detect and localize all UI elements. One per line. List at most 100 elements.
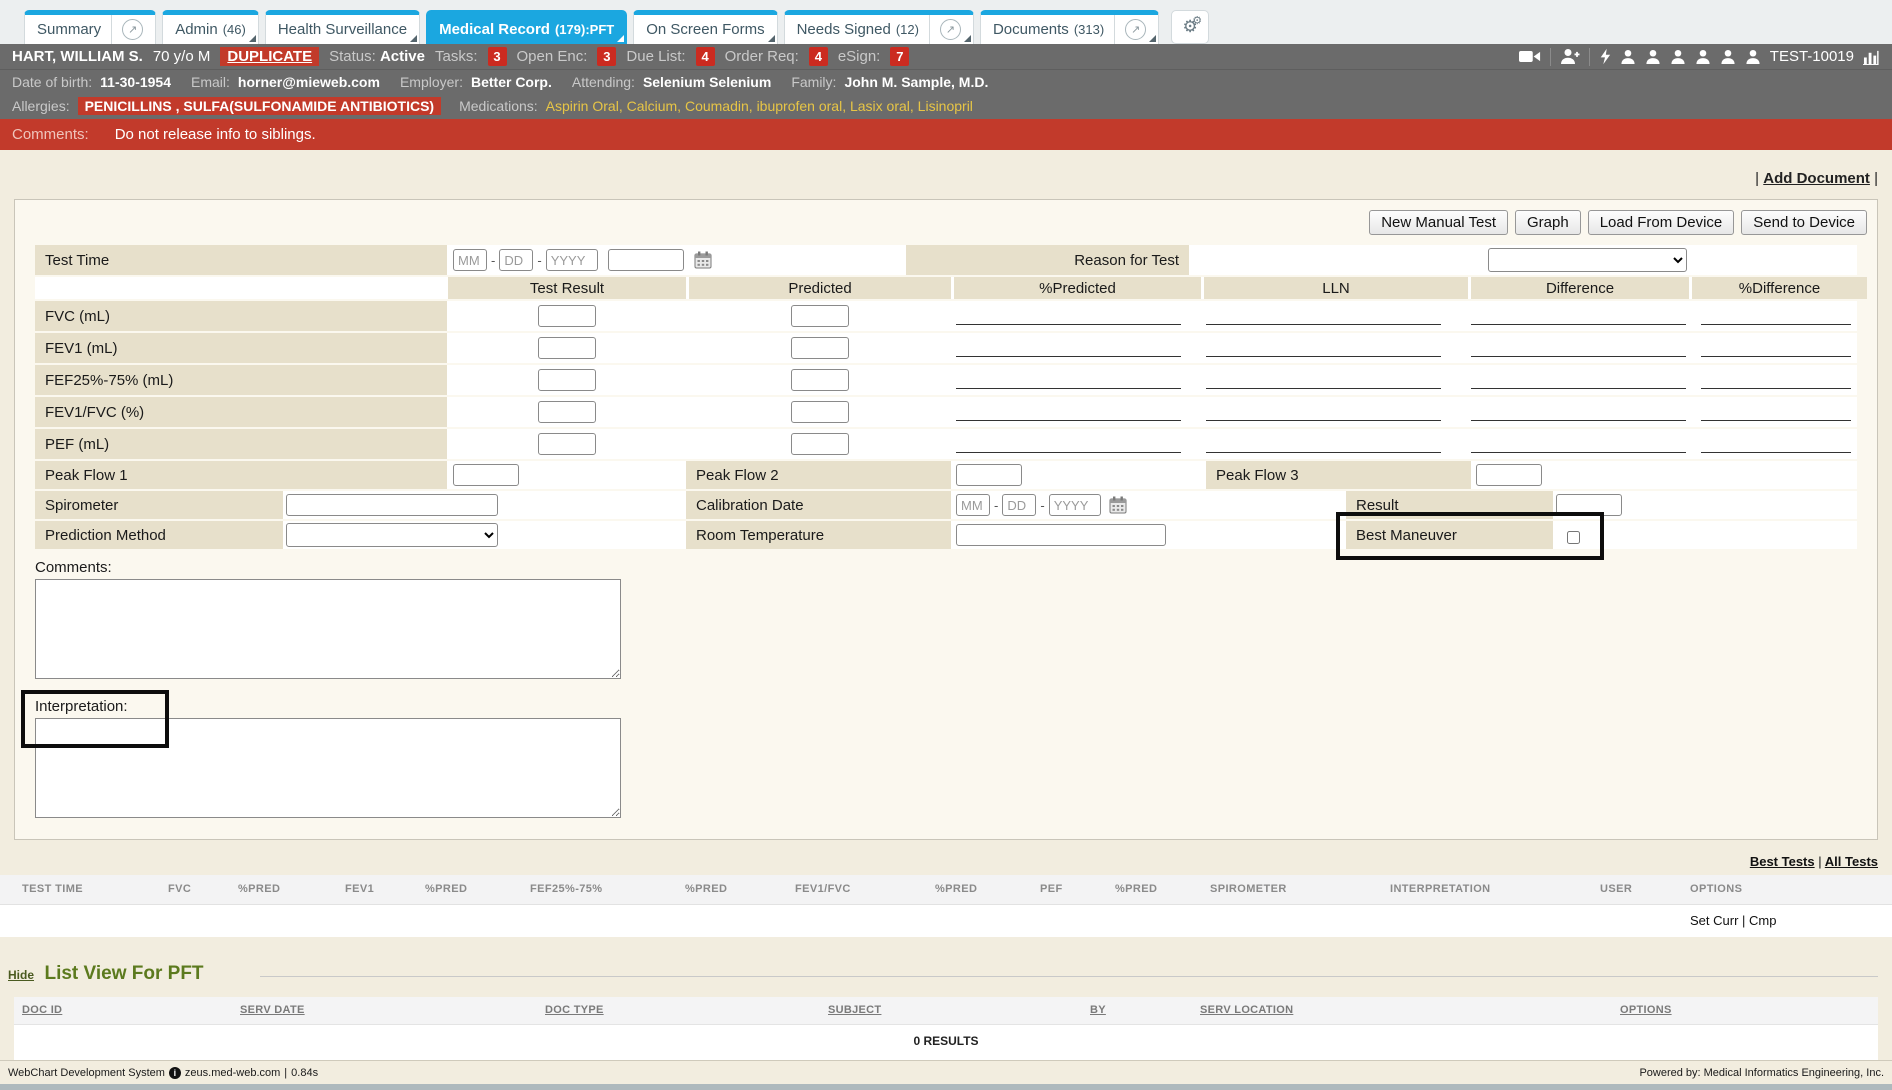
bar-chart-icon[interactable] bbox=[1863, 49, 1880, 65]
add-user-icon[interactable] bbox=[1560, 48, 1580, 65]
patient-icon[interactable] bbox=[1745, 49, 1761, 65]
dob-label: Date of birth: bbox=[12, 74, 92, 90]
doc-col-header[interactable]: OPTIONS bbox=[1620, 1004, 1672, 1016]
doc-col-header[interactable]: BY bbox=[1090, 1004, 1106, 1016]
tab-documents[interactable]: Documents (313) ↗ bbox=[980, 10, 1159, 44]
best-maneuver-checkbox[interactable] bbox=[1567, 531, 1580, 544]
test-filter-links: Best Tests | All Tests bbox=[0, 840, 1892, 875]
fef-difference-value bbox=[1471, 365, 1686, 389]
peak-flow-row: Peak Flow 1 Peak Flow 2 Peak Flow 3 bbox=[35, 461, 1857, 489]
video-camera-icon[interactable] bbox=[1519, 49, 1541, 64]
allergies-label: Allergies: bbox=[12, 98, 70, 114]
doc-col-header[interactable]: SERV DATE bbox=[240, 1004, 305, 1016]
new-manual-test-button[interactable]: New Manual Test bbox=[1369, 210, 1508, 235]
results-col-header: %PRED bbox=[1115, 883, 1157, 895]
prediction-method-select[interactable] bbox=[286, 523, 498, 547]
calendar-icon[interactable] bbox=[1109, 496, 1127, 514]
row-label: FEV1/FVC (%) bbox=[35, 397, 447, 427]
email-value[interactable]: horner@mieweb.com bbox=[238, 74, 380, 90]
popout-icon[interactable]: ↗ bbox=[940, 19, 961, 40]
open-enc-badge[interactable]: 3 bbox=[597, 47, 616, 66]
fev1-fvc-test-result-input[interactable] bbox=[538, 401, 596, 423]
patient-icon[interactable] bbox=[1620, 49, 1636, 65]
tab-needs-signed[interactable]: Needs Signed (12) ↗ bbox=[784, 10, 974, 44]
graph-button[interactable]: Graph bbox=[1515, 210, 1581, 235]
fev1-predicted-input[interactable] bbox=[791, 337, 849, 359]
patient-icon[interactable] bbox=[1695, 49, 1711, 65]
tab-admin[interactable]: Admin (46) bbox=[162, 10, 259, 44]
medication-link[interactable]: Lisinopril bbox=[918, 98, 973, 114]
test-time-day-input[interactable] bbox=[499, 249, 533, 271]
medication-link[interactable]: Calcium bbox=[627, 98, 678, 114]
cmp-link[interactable]: Cmp bbox=[1749, 913, 1776, 928]
doc-col-header[interactable]: DOC TYPE bbox=[545, 1004, 604, 1016]
fef-predicted-input[interactable] bbox=[791, 369, 849, 391]
calibration-year-input[interactable] bbox=[1049, 494, 1101, 516]
patient-icon[interactable] bbox=[1670, 49, 1686, 65]
test-time-month-input[interactable] bbox=[453, 249, 487, 271]
tab-label: Summary bbox=[37, 21, 101, 38]
doc-col-header[interactable]: SERV LOCATION bbox=[1200, 1004, 1293, 1016]
peak-flow-3-input[interactable] bbox=[1476, 464, 1542, 486]
calibration-month-input[interactable] bbox=[956, 494, 990, 516]
duplicate-flag[interactable]: DUPLICATE bbox=[220, 47, 319, 66]
test-time-time-input[interactable] bbox=[608, 249, 684, 271]
room-temperature-input[interactable] bbox=[956, 524, 1166, 546]
tab-health-surveillance[interactable]: Health Surveillance bbox=[265, 10, 420, 44]
due-list-badge[interactable]: 4 bbox=[696, 47, 715, 66]
allergies-value[interactable]: PENICILLINS , SULFA(SULFONAMIDE ANTIBIOT… bbox=[78, 97, 441, 115]
add-document-row: | Add Document | bbox=[0, 150, 1892, 193]
test-time-year-input[interactable] bbox=[546, 249, 598, 271]
result-input[interactable] bbox=[1556, 494, 1622, 516]
doc-col-header[interactable]: DOC ID bbox=[22, 1004, 62, 1016]
popout-icon[interactable]: ↗ bbox=[1125, 19, 1146, 40]
results-col-header: OPTIONS bbox=[1690, 883, 1742, 895]
due-list-label: Due List: bbox=[626, 48, 685, 65]
patient-icon[interactable] bbox=[1645, 49, 1661, 65]
calendar-icon[interactable] bbox=[694, 251, 712, 269]
tab-summary[interactable]: Summary ↗ bbox=[24, 10, 156, 44]
all-tests-link[interactable]: All Tests bbox=[1825, 854, 1878, 869]
load-from-device-button[interactable]: Load From Device bbox=[1588, 210, 1735, 235]
info-icon[interactable]: i bbox=[169, 1067, 181, 1079]
fev1-fvc-predicted-input[interactable] bbox=[791, 401, 849, 423]
tasks-badge[interactable]: 3 bbox=[488, 47, 507, 66]
order-req-badge[interactable]: 4 bbox=[809, 47, 828, 66]
calibration-day-input[interactable] bbox=[1002, 494, 1036, 516]
doc-col-header[interactable]: SUBJECT bbox=[828, 1004, 881, 1016]
peak-flow-2-input[interactable] bbox=[956, 464, 1022, 486]
send-to-device-button[interactable]: Send to Device bbox=[1741, 210, 1867, 235]
medication-link[interactable]: Aspirin Oral bbox=[546, 98, 619, 114]
results-col-header: USER bbox=[1600, 883, 1632, 895]
fev1-fvc-lln-value bbox=[1206, 397, 1441, 421]
esign-badge[interactable]: 7 bbox=[890, 47, 909, 66]
reason-for-test-select[interactable] bbox=[1488, 248, 1687, 272]
tab-on-screen-forms[interactable]: On Screen Forms bbox=[633, 10, 777, 44]
tab-medical-record[interactable]: Medical Record (179):PFT bbox=[426, 10, 627, 44]
chevron-fold-icon bbox=[768, 35, 775, 42]
medication-link[interactable]: Coumadin bbox=[685, 98, 749, 114]
hide-link[interactable]: Hide bbox=[8, 968, 34, 982]
form-comments-textarea[interactable] bbox=[35, 579, 621, 679]
medication-link[interactable]: Lasix oral bbox=[850, 98, 910, 114]
pef-test-result-input[interactable] bbox=[538, 433, 596, 455]
add-document-link[interactable]: Add Document bbox=[1763, 170, 1870, 187]
fvc-predicted-input[interactable] bbox=[791, 305, 849, 327]
medication-link[interactable]: ibuprofen oral bbox=[757, 98, 843, 114]
best-tests-link[interactable]: Best Tests bbox=[1750, 854, 1815, 869]
fvc-test-result-input[interactable] bbox=[538, 305, 596, 327]
list-view-header: Hide List View For PFT bbox=[8, 963, 1878, 991]
spirometer-input[interactable] bbox=[286, 494, 498, 516]
popout-icon[interactable]: ↗ bbox=[122, 19, 143, 40]
test-time-row: Test Time - - Reason for Test bbox=[35, 245, 1857, 275]
interpretation-textarea[interactable] bbox=[35, 718, 621, 818]
settings-button[interactable]: ⚙ ⚙ bbox=[1171, 10, 1209, 44]
fef-test-result-input[interactable] bbox=[538, 369, 596, 391]
patient-icon[interactable] bbox=[1720, 49, 1736, 65]
set-curr-link[interactable]: Set Curr bbox=[1690, 913, 1738, 928]
lightning-icon[interactable] bbox=[1599, 48, 1611, 65]
fev1-test-result-input[interactable] bbox=[538, 337, 596, 359]
room-temperature-label: Room Temperature bbox=[686, 521, 951, 549]
peak-flow-1-input[interactable] bbox=[453, 464, 519, 486]
pef-predicted-input[interactable] bbox=[791, 433, 849, 455]
